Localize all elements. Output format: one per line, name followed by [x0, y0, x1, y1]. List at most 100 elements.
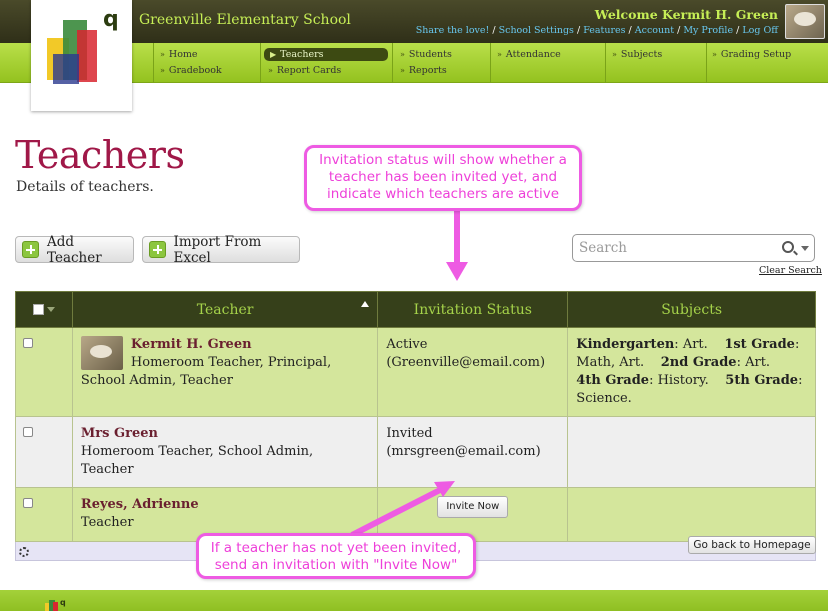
invitation-status: Active [386, 337, 428, 352]
invitation-cell: Invited (mrsgreen@email.com) [377, 416, 569, 488]
grade-label: Kindergarten [576, 337, 675, 352]
nav-divider [153, 43, 154, 83]
search-icon[interactable] [782, 241, 794, 253]
chevron-down-icon[interactable] [801, 246, 809, 251]
account-link[interactable]: Account [635, 25, 674, 36]
chevron-right-icon: » [160, 66, 165, 75]
callout-invitation-status: Invitation status will show whether a te… [304, 145, 582, 211]
select-all-header[interactable] [15, 291, 73, 328]
subject-list: Science. [576, 391, 632, 406]
row-select-cell [15, 487, 73, 542]
page-subtitle: Details of teachers. [16, 179, 154, 195]
school-settings-link[interactable]: School Settings [499, 25, 574, 36]
clear-search-link[interactable]: Clear Search [759, 265, 822, 276]
row-checkbox[interactable] [23, 338, 33, 348]
nav-divider [706, 43, 707, 83]
page-title: Teachers [15, 133, 185, 177]
footer-bar [0, 590, 828, 611]
teacher-name[interactable]: Reyes, Adrienne [81, 496, 369, 514]
teachers-table: Teacher Invitation Status Subjects Kermi… [15, 291, 816, 561]
sort-ascending-icon[interactable] [361, 301, 370, 307]
subject-list: Art. [745, 355, 771, 370]
teacher-column-header[interactable]: Teacher [71, 291, 379, 328]
row-checkbox[interactable] [23, 427, 33, 437]
nav-divider [605, 43, 606, 83]
school-name[interactable]: Greenville Elementary School [139, 12, 351, 28]
nav-subjects[interactable]: » Subjects [612, 49, 662, 60]
subject-list: History. [657, 373, 709, 388]
teacher-name[interactable]: Kermit H. Green [81, 336, 369, 354]
my-profile-link[interactable]: My Profile [683, 25, 733, 36]
nav-attendance[interactable]: » Attendance [497, 49, 561, 60]
nav-students[interactable]: » Students [400, 49, 452, 60]
subjects-cell [567, 416, 816, 488]
teacher-roles: Teacher [80, 515, 134, 530]
nav-home[interactable]: » Home [160, 49, 198, 60]
chevron-down-icon[interactable] [46, 307, 55, 312]
subjects-cell: Kindergarten: Art. 1st Grade: Math, Art.… [567, 327, 816, 417]
nav-divider [490, 43, 491, 83]
gear-icon[interactable] [19, 546, 29, 557]
chevron-right-icon: » [400, 50, 405, 59]
chevron-right-icon: » [497, 50, 502, 59]
account-links: Share the love! / School Settings / Feat… [415, 25, 778, 36]
footer-logo-icon: q [45, 598, 66, 611]
nav-gradebook[interactable]: » Gradebook [160, 65, 222, 76]
nav-divider [392, 43, 393, 83]
teacher-avatar [80, 336, 123, 370]
row-checkbox[interactable] [23, 498, 33, 508]
log-off-link[interactable]: Log Off [742, 25, 778, 36]
teacher-name[interactable]: Mrs Green [81, 425, 369, 443]
logo-icon: q [47, 7, 119, 84]
share-link[interactable]: Share the love! [416, 25, 490, 36]
table-row: Mrs Green Homeroom Teacher, School Admin… [15, 416, 816, 488]
grade-label: 4th Grade [576, 373, 650, 388]
teacher-roles: Homeroom Teacher, School Admin, Teacher [80, 444, 314, 477]
teacher-cell: Mrs Green Homeroom Teacher, School Admin… [71, 416, 379, 488]
nav-reports[interactable]: » Reports [400, 65, 447, 76]
svg-text:q: q [103, 7, 119, 32]
grade-label: 5th Grade [725, 373, 799, 388]
avatar[interactable] [785, 4, 825, 39]
table-header-row: Teacher Invitation Status Subjects [15, 291, 816, 328]
teacher-email: (mrsgreen@email.com) [386, 444, 541, 459]
plus-icon [22, 241, 39, 258]
chevron-right-icon: » [400, 66, 405, 75]
subjects-column-header[interactable]: Subjects [567, 291, 816, 328]
invitation-column-header[interactable]: Invitation Status [377, 291, 569, 328]
nav-grading-setup[interactable]: » Grading Setup [712, 49, 791, 60]
grade-label: 1st Grade [724, 337, 795, 352]
arrow-down-head [446, 262, 468, 281]
welcome-text: Welcome Kermit H. Green [594, 7, 778, 22]
nav-teachers[interactable]: ▶ Teachers [264, 48, 388, 61]
subject-list: Art. [682, 337, 708, 352]
features-link[interactable]: Features [583, 25, 625, 36]
select-all-checkbox[interactable] [32, 304, 44, 315]
school-logo[interactable]: q [31, 0, 132, 111]
plus-icon [149, 241, 166, 258]
add-teacher-button[interactable]: Add Teacher [15, 234, 134, 266]
invite-now-button[interactable]: Invite Now [437, 496, 509, 518]
row-select-cell [15, 327, 73, 417]
search-input[interactable] [579, 239, 769, 257]
invitation-status: Invited [386, 426, 433, 441]
teacher-email: (Greenville@email.com) [386, 355, 546, 370]
row-select-cell [15, 416, 73, 488]
chevron-right-icon: » [268, 66, 273, 75]
chevron-right-icon: » [612, 50, 617, 59]
callout-invite-now: If a teacher has not yet been invited, s… [196, 533, 476, 579]
nav-divider [260, 43, 261, 83]
invitation-cell: Active (Greenville@email.com) [377, 327, 569, 417]
chevron-right-icon: » [712, 50, 717, 59]
nav-report-cards[interactable]: » Report Cards [268, 65, 341, 76]
grade-label: 2nd Grade [660, 355, 737, 370]
import-excel-button[interactable]: Import From Excel [142, 234, 300, 266]
back-to-homepage-button[interactable]: Go back to Homepage [688, 536, 816, 554]
chevron-right-icon: » [160, 50, 165, 59]
teacher-roles: Homeroom Teacher, Principal, School Admi… [80, 355, 332, 388]
teacher-cell: Kermit H. Green Homeroom Teacher, Princi… [71, 327, 379, 417]
subject-list: Math, Art. [576, 355, 645, 370]
svg-text:q: q [60, 598, 66, 607]
subjects-cell [567, 487, 816, 542]
search-box [572, 234, 815, 262]
